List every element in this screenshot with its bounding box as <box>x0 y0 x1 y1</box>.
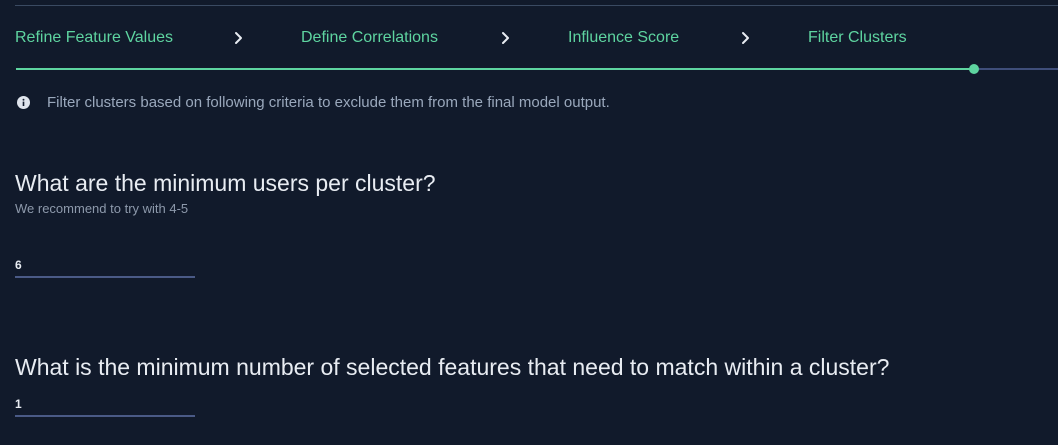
chevron-right-icon <box>231 30 247 46</box>
min-users-input[interactable] <box>15 254 195 278</box>
step-filter-clusters[interactable]: Filter Clusters <box>808 29 907 47</box>
min-features-question: What is the minimum number of selected f… <box>15 354 890 380</box>
chevron-right-icon <box>498 30 514 46</box>
filter-clusters-page: Refine Feature Values Define Correlation… <box>0 0 1058 445</box>
min-users-hint: We recommend to try with 4-5 <box>15 201 189 216</box>
progress-current-marker <box>969 64 979 74</box>
step-define-correlations[interactable]: Define Correlations <box>301 29 438 47</box>
step-influence-score[interactable]: Influence Score <box>568 29 679 47</box>
min-features-input[interactable] <box>15 393 195 417</box>
top-divider <box>15 5 1058 6</box>
stepper: Refine Feature Values Define Correlation… <box>0 29 1058 49</box>
progress-bar-remaining <box>974 68 1058 70</box>
step-refine-feature-values[interactable]: Refine Feature Values <box>15 29 173 47</box>
chevron-right-icon <box>738 30 754 46</box>
progress-bar-completed <box>16 68 974 70</box>
info-icon <box>17 96 30 109</box>
min-users-question: What are the minimum users per cluster? <box>15 170 436 196</box>
info-text: Filter clusters based on following crite… <box>47 94 610 111</box>
